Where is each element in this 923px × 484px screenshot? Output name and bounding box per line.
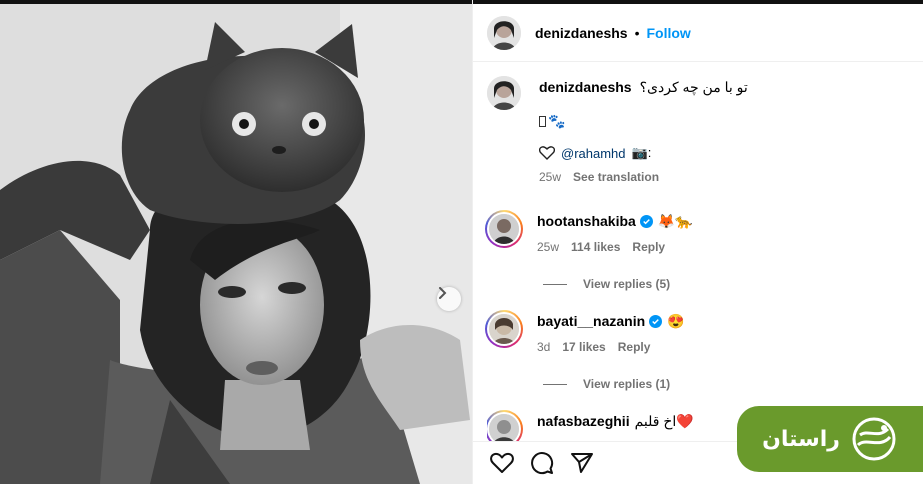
carousel-next-button[interactable] xyxy=(437,287,461,311)
commenter-avatar[interactable] xyxy=(489,314,519,344)
comment-body: hootanshakiba 🦊🐆 25w 114 likes Reply xyxy=(537,210,917,255)
watermark-logo-icon xyxy=(852,417,896,461)
comment-time[interactable]: 3d xyxy=(537,340,550,354)
heart-outline-icon xyxy=(490,452,514,473)
chevron-right-icon xyxy=(439,287,447,299)
story-ring[interactable] xyxy=(485,210,523,248)
see-translation-button[interactable]: See translation xyxy=(573,170,659,184)
caption-author-avatar[interactable] xyxy=(487,76,521,110)
comment-bubble-icon xyxy=(531,452,554,475)
follow-button[interactable]: Follow xyxy=(647,25,691,41)
like-button[interactable] xyxy=(489,450,515,476)
comment-likes[interactable]: 114 likes xyxy=(571,240,620,254)
caption-block: denizdaneshs تو با من چه کردی؟ 🐾 @rahamh… xyxy=(487,76,919,184)
comment-time[interactable]: 25w xyxy=(537,240,559,254)
comment-text: 🦊🐆 xyxy=(657,212,693,229)
divider-line xyxy=(543,283,567,285)
divider-line xyxy=(543,383,567,385)
comment-body: bayati__nazanin 😍 3d 17 likes Reply xyxy=(537,310,917,355)
caption-credit-line: @rahamhd 📷: xyxy=(539,144,919,162)
verified-badge-icon xyxy=(639,214,653,228)
credit-camera: 📷: xyxy=(631,145,652,160)
caption-meta: 25w See translation xyxy=(539,170,919,184)
post-photo xyxy=(0,0,472,484)
missing-glyph-icon xyxy=(539,115,546,127)
paper-plane-icon xyxy=(571,453,593,473)
comment-item: bayati__nazanin 😍 3d 17 likes Reply xyxy=(485,310,917,355)
author-username[interactable]: denizdaneshs xyxy=(535,25,628,41)
caption-body: denizdaneshs تو با من چه کردی؟ 🐾 @rahamh… xyxy=(539,76,919,184)
separator-dot: • xyxy=(634,24,640,41)
view-replies-label: View replies (5) xyxy=(583,277,671,291)
reply-button[interactable]: Reply xyxy=(632,240,665,254)
photo-illustration xyxy=(0,0,472,484)
commenter-username[interactable]: bayati__nazanin xyxy=(537,313,645,329)
comment-meta: 3d 17 likes Reply xyxy=(537,340,917,354)
credit-mention[interactable]: @rahamhd xyxy=(561,146,626,161)
caption-emoji: 🐾 xyxy=(548,112,566,129)
caption-time[interactable]: 25w xyxy=(539,170,561,184)
caption-emoji-line: 🐾 xyxy=(539,112,919,130)
heart-outline-icon xyxy=(539,146,555,160)
commenter-username[interactable]: nafasbazeghii xyxy=(537,413,630,429)
commenter-username[interactable]: hootanshakiba xyxy=(537,213,636,229)
view-replies-label: View replies (1) xyxy=(583,377,671,391)
view-replies-button[interactable]: View replies (1) xyxy=(543,377,670,391)
site-watermark: راستان xyxy=(737,406,923,472)
author-avatar[interactable] xyxy=(487,15,521,50)
story-ring[interactable] xyxy=(485,310,523,348)
comment-text: ❤️اخ قلبم xyxy=(634,412,694,429)
view-replies-button[interactable]: View replies (5) xyxy=(543,277,670,291)
reply-button[interactable]: Reply xyxy=(618,340,651,354)
comment-text: 😍 xyxy=(667,312,685,329)
share-button[interactable] xyxy=(569,450,595,476)
comment-likes[interactable]: 17 likes xyxy=(562,340,605,354)
story-ring[interactable] xyxy=(487,410,523,441)
verified-badge-icon xyxy=(649,314,663,328)
commenter-avatar[interactable] xyxy=(489,214,519,244)
photo-top-border xyxy=(0,0,472,4)
post-header: denizdaneshs • Follow xyxy=(473,4,923,62)
comment-meta: 25w 114 likes Reply xyxy=(537,240,917,254)
comment-button[interactable] xyxy=(529,450,555,476)
comment-item: hootanshakiba 🦊🐆 25w 114 likes Reply xyxy=(485,210,917,255)
watermark-text: راستان xyxy=(762,426,840,452)
caption-text: تو با من چه کردی؟ xyxy=(639,78,748,95)
caption-username[interactable]: denizdaneshs xyxy=(539,79,632,95)
commenter-avatar[interactable] xyxy=(489,414,519,441)
